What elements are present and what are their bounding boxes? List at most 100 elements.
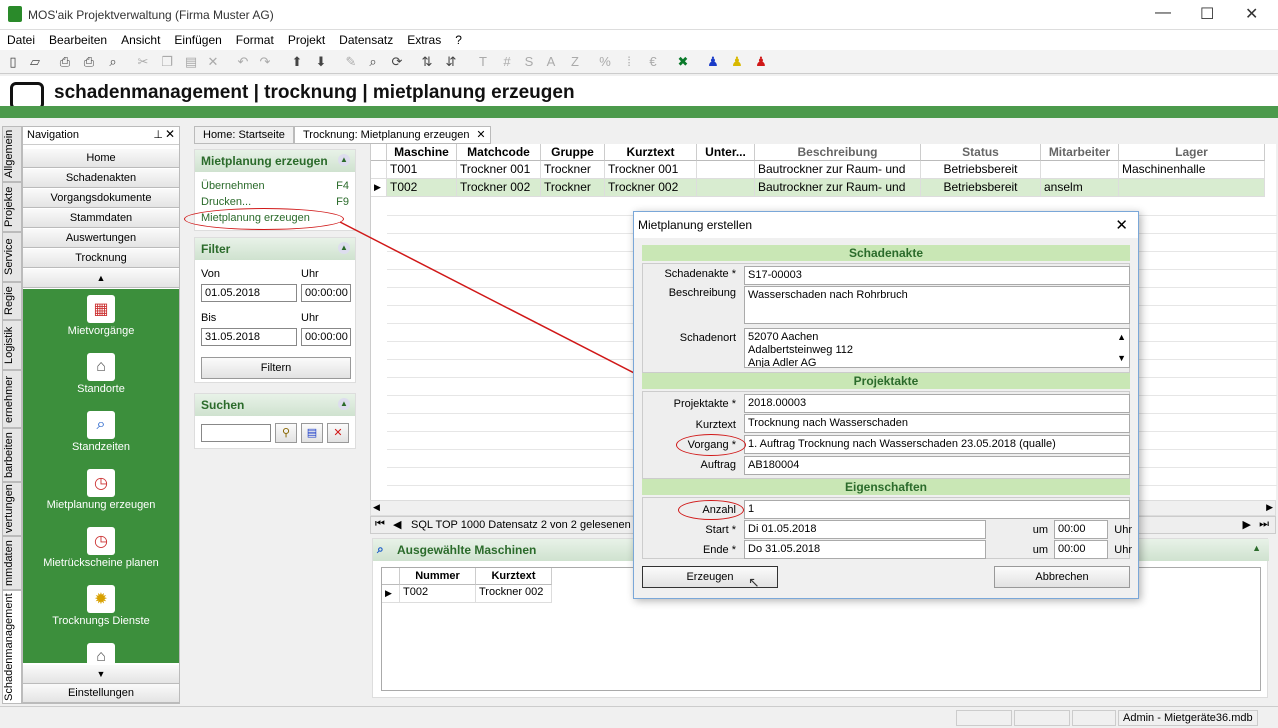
col-lager[interactable]: Lager: [1119, 144, 1265, 161]
menu-ansicht[interactable]: Ansicht: [114, 30, 167, 47]
open-folder-icon[interactable]: ▱: [26, 53, 44, 71]
new-file-icon[interactable]: ▯: [4, 53, 22, 71]
schadenort-textarea[interactable]: 52070 Aachen Adalbertsteinweg 112 Anja A…: [744, 328, 1130, 368]
vtab-allgemein[interactable]: Allgemein: [2, 126, 22, 182]
print-multi-icon[interactable]: ⎙: [80, 53, 98, 71]
user-yellow-icon[interactable]: ♟: [728, 53, 746, 71]
col-mitarbeiter[interactable]: Mitarbeiter: [1041, 144, 1119, 161]
table-cell[interactable]: Bautrockner zur Raum- und: [755, 161, 921, 179]
text-t-icon[interactable]: T: [474, 53, 492, 71]
refresh-icon[interactable]: ⟳: [388, 53, 406, 71]
tab-home[interactable]: Home: Startseite: [194, 126, 294, 144]
nav-scroll-down-icon[interactable]: ▼: [23, 665, 179, 684]
search-list-icon[interactable]: ▤: [301, 423, 323, 443]
table-cell[interactable]: T002: [400, 585, 476, 603]
collapse-icon[interactable]: ▲: [338, 398, 350, 410]
von-date-input[interactable]: 01.05.2018: [201, 284, 297, 302]
text-z-icon[interactable]: Z: [566, 53, 584, 71]
projektakte-input[interactable]: 2018.00003: [744, 394, 1130, 413]
schadenakte-input[interactable]: S17-00003: [744, 266, 1130, 285]
vtab-auswertungen[interactable]: vertungen: [2, 482, 22, 536]
row-pointer-icon[interactable]: ▶: [382, 585, 400, 603]
table-cell[interactable]: Trockner 002: [457, 179, 541, 197]
percent-icon[interactable]: %: [596, 53, 614, 71]
ende-date-input[interactable]: Do 31.05.2018: [744, 540, 986, 559]
vtab-service[interactable]: Service: [2, 232, 22, 282]
nav-scroll-up-icon[interactable]: ▲: [23, 269, 179, 288]
tab-mietplanung[interactable]: Trocknung: Mietplanung erzeugen ✕: [294, 126, 491, 144]
print-preview-icon[interactable]: ⌕: [104, 53, 122, 71]
vtab-regie[interactable]: Regie: [2, 282, 22, 320]
find-icon[interactable]: ⌕: [364, 53, 382, 71]
table-cell[interactable]: T002: [387, 179, 457, 197]
excel-icon[interactable]: ✖: [674, 53, 692, 71]
redo-icon[interactable]: ↷: [256, 53, 274, 71]
nav-stammdaten[interactable]: Stammdaten: [23, 209, 179, 228]
close-tab-icon[interactable]: ✕: [476, 128, 485, 141]
close-panel-icon[interactable]: ✕: [165, 127, 175, 141]
search-input[interactable]: [201, 424, 271, 442]
nav-item-mietplanung[interactable]: ◷ Mietplanung erzeugen: [23, 469, 179, 511]
action-drucken[interactable]: Drucken...: [201, 196, 251, 208]
user-blue-icon[interactable]: ♟: [704, 53, 722, 71]
nav-einstellungen[interactable]: Einstellungen: [23, 684, 179, 703]
collapse-icon[interactable]: ▲: [338, 154, 350, 166]
scroll-down-icon[interactable]: ▼: [1117, 352, 1126, 365]
scroll-left-icon[interactable]: ◀: [373, 502, 380, 513]
vtab-stammdaten[interactable]: mmdaten: [2, 536, 22, 590]
decimal-icon[interactable]: ⁞: [620, 53, 638, 71]
prev-record-icon[interactable]: ◀: [393, 518, 401, 531]
sort-asc-icon[interactable]: ⇅: [418, 53, 436, 71]
menu-datei[interactable]: Datei: [0, 30, 42, 47]
pin-icon[interactable]: ⊥: [153, 128, 163, 141]
table-cell[interactable]: Trockner: [541, 161, 605, 179]
col-kurztext[interactable]: Kurztext: [605, 144, 697, 161]
nav-auswertungen[interactable]: Auswertungen: [23, 229, 179, 248]
delete-icon[interactable]: ✕: [204, 53, 222, 71]
menu-extras[interactable]: Extras: [400, 30, 448, 47]
arrow-down-icon[interactable]: ⬇: [312, 53, 330, 71]
table-cell[interactable]: Maschinenhalle: [1119, 161, 1265, 179]
nav-trocknung[interactable]: Trocknung: [23, 249, 179, 268]
bis-date-input[interactable]: 31.05.2018: [201, 328, 297, 346]
menu-einfuegen[interactable]: Einfügen: [167, 30, 228, 47]
table-cell[interactable]: anselm: [1041, 179, 1119, 197]
menu-datensatz[interactable]: Datensatz: [332, 30, 400, 47]
menu-help[interactable]: ?: [448, 30, 469, 47]
table-cell[interactable]: Bautrockner zur Raum- und: [755, 179, 921, 197]
nav-item-standzeiten[interactable]: ⌕ Standzeiten: [23, 411, 179, 453]
collapse-icon[interactable]: ▲: [338, 242, 350, 254]
col-maschine[interactable]: Maschine: [387, 144, 457, 161]
vtab-logistik[interactable]: Logistik: [2, 320, 22, 370]
col-status[interactable]: Status: [921, 144, 1041, 161]
user-red-icon[interactable]: ♟: [752, 53, 770, 71]
filtern-button[interactable]: Filtern: [201, 357, 351, 379]
nav-item-trocknungs-dienste[interactable]: ✹ Trocknungs Dienste: [23, 585, 179, 627]
collapse-icon[interactable]: ▲: [1252, 543, 1261, 553]
nav-home[interactable]: Home: [23, 149, 179, 168]
nav-schadenakten[interactable]: Schadenakten: [23, 169, 179, 188]
col-unter[interactable]: Unter...: [697, 144, 755, 161]
row-selector[interactable]: [371, 161, 387, 179]
table-cell[interactable]: Trockner: [541, 179, 605, 197]
table-cell[interactable]: Trockner 002: [476, 585, 552, 603]
paste-icon[interactable]: ▤: [182, 53, 200, 71]
nav-item-standorte[interactable]: ⌂ Standorte: [23, 353, 179, 395]
table-cell[interactable]: [1041, 161, 1119, 179]
nav-vorgangsdokumente[interactable]: Vorgangsdokumente: [23, 189, 179, 208]
table-cell[interactable]: [1119, 179, 1265, 197]
col-gruppe[interactable]: Gruppe: [541, 144, 605, 161]
bis-time-input[interactable]: 00:00:00: [301, 328, 351, 346]
table-cell[interactable]: Betriebsbereit: [921, 161, 1041, 179]
minimize-button[interactable]: —: [1155, 4, 1171, 22]
start-time-input[interactable]: 00:00: [1054, 520, 1108, 539]
currency-icon[interactable]: €: [644, 53, 662, 71]
text-a-icon[interactable]: A: [542, 53, 560, 71]
menu-projekt[interactable]: Projekt: [281, 30, 332, 47]
vorgang-input[interactable]: 1. Auftrag Trocknung nach Wasserschaden …: [744, 435, 1130, 454]
print-icon[interactable]: ⎙: [56, 53, 74, 71]
table-cell[interactable]: [697, 161, 755, 179]
clear-search-icon[interactable]: ✕: [327, 423, 349, 443]
vtab-bearbeiten[interactable]: barbeiten: [2, 428, 22, 482]
vtab-projekte[interactable]: Projekte: [2, 182, 22, 232]
